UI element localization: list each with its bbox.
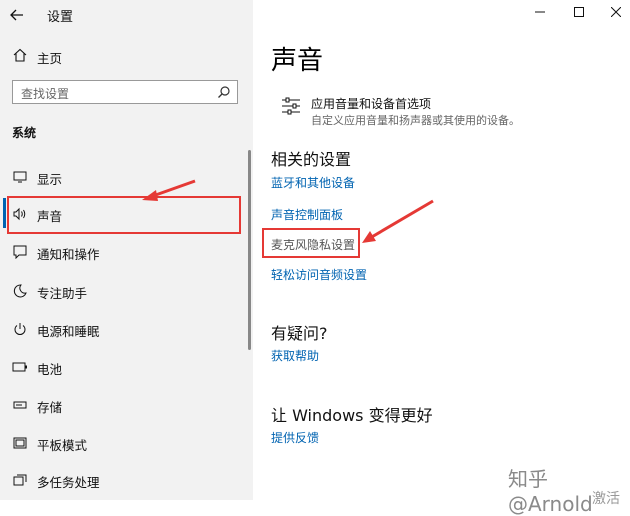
- sidebar-item-label: 通知和操作: [37, 247, 100, 262]
- sidebar-item-storage[interactable]: 存储: [0, 387, 248, 423]
- tablet-icon: [12, 435, 28, 451]
- display-icon: [12, 169, 28, 185]
- battery-icon: [12, 359, 28, 375]
- bluetooth-devices-link[interactable]: 蓝牙和其他设备: [271, 174, 355, 191]
- sidebar-home-link[interactable]: 主页: [37, 48, 62, 67]
- search-placeholder: 查找设置: [21, 87, 70, 101]
- help-heading: 有疑问?: [271, 324, 328, 343]
- annotation-box-sound: [7, 196, 241, 234]
- storage-icon: [12, 397, 28, 413]
- sidebar-item-focus-assist[interactable]: 专注助手: [0, 273, 248, 309]
- sound-control-panel-link[interactable]: 声音控制面板: [271, 206, 343, 223]
- get-help-link[interactable]: 获取帮助: [271, 347, 319, 364]
- sidebar-item-tablet-mode[interactable]: 平板模式: [0, 425, 248, 461]
- ease-of-access-audio-link[interactable]: 轻松访问音频设置: [271, 266, 367, 283]
- watermark-cut-text: 激活: [592, 491, 620, 507]
- sidebar-item-display[interactable]: 显示: [0, 159, 248, 195]
- give-feedback-link[interactable]: 提供反馈: [271, 429, 319, 446]
- moon-icon: [12, 283, 28, 299]
- sidebar-item-notifications[interactable]: 通知和操作: [0, 234, 248, 270]
- search-input[interactable]: 查找设置: [12, 80, 238, 104]
- sidebar-item-battery[interactable]: 电池: [0, 349, 248, 385]
- multitask-icon: [12, 472, 28, 488]
- sidebar-scrollbar[interactable]: [248, 150, 251, 350]
- annotation-box-microphone: [262, 228, 360, 258]
- scrolled-heading-remnant: ​: [271, 63, 371, 75]
- app-volume-icon: [280, 95, 302, 117]
- sidebar-item-multitasking[interactable]: 多任务处理: [0, 462, 248, 498]
- sidebar-item-label: 存储: [37, 400, 63, 415]
- sidebar-item-label: 显示: [37, 172, 63, 187]
- minimize-icon[interactable]: [530, 4, 550, 20]
- power-icon: [12, 321, 28, 337]
- maximize-icon[interactable]: [569, 4, 589, 20]
- back-arrow-icon[interactable]: [8, 6, 26, 24]
- app-volume-description: 自定义应用音量和扬声器或其使用的设备。: [311, 114, 520, 127]
- home-icon: [12, 47, 28, 63]
- notification-icon: [12, 244, 28, 260]
- search-icon[interactable]: [217, 84, 231, 103]
- window-title: 设置: [47, 10, 74, 25]
- section-label: 系统: [12, 126, 37, 140]
- sidebar-item-power[interactable]: 电源和睡眠: [0, 311, 248, 347]
- sidebar-item-label: 多任务处理: [37, 475, 100, 490]
- sidebar-item-label: 电池: [37, 362, 63, 377]
- close-icon[interactable]: [606, 4, 626, 20]
- sidebar-item-label: 专注助手: [37, 286, 88, 301]
- sidebar-item-label: 电源和睡眠: [37, 324, 100, 339]
- improve-windows-heading: 让 Windows 变得更好: [271, 406, 433, 425]
- related-settings-heading: 相关的设置: [271, 150, 352, 169]
- sidebar: 设置 主页 查找设置 系统 显示 声音 通知和操作 专注助手 电源和睡眠 电池 …: [0, 0, 253, 500]
- app-volume-link[interactable]: 应用音量和设备首选项: [311, 95, 431, 112]
- sidebar-item-label: 平板模式: [37, 438, 88, 453]
